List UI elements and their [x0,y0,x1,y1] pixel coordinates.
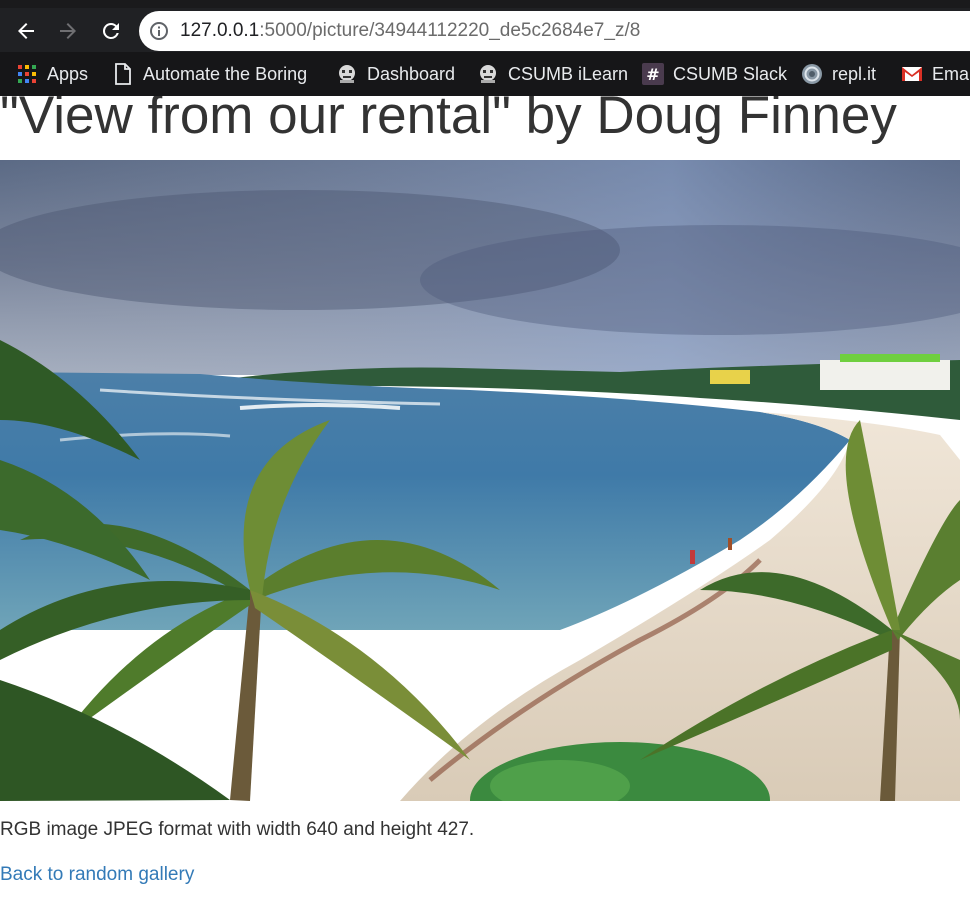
apps-grid-icon [16,63,38,85]
info-icon[interactable] [149,21,169,46]
gmail-icon [901,63,923,85]
url-host: 127.0.0.1 [180,20,260,41]
bookmark-label: CSUMB Slack [673,63,788,84]
repl-icon [801,63,823,85]
slack-hash-icon: # [642,63,664,85]
bookmark-label: Dashboard [367,63,456,84]
page-icon [112,63,134,85]
bookmark-label: Automate the Boring [143,63,308,84]
bookmark-csumb-slack[interactable]: # CSUMB Slack [642,62,787,86]
bookmark-replit[interactable]: repl.it [801,62,876,86]
bookmarks-bar: Apps Automate the Boring Dashboard CSUMB… [0,52,970,96]
favicon-icon [336,63,358,85]
bookmark-dashboard[interactable]: Dashboard [336,62,455,86]
back-to-gallery-link[interactable]: Back to random gallery [0,864,194,886]
address-url[interactable]: 127.0.0.1:5000/picture/34944112220_de5c2… [180,20,640,42]
page-title: "View from our rental" by Doug Finney [0,96,897,145]
forward-button[interactable] [51,14,85,48]
photo [0,160,960,801]
page-content: "View from our rental" by Doug Finney RG… [0,96,970,906]
arrow-right-icon [60,23,76,39]
image-info: RGB image JPEG format with width 640 and… [0,819,475,840]
favicon-icon [477,63,499,85]
url-path: :5000/picture/34944112220_de5c2684e7_z/8 [259,20,641,41]
bookmark-automate[interactable]: Automate the Boring [112,62,307,86]
tab-strip [0,0,970,8]
bookmark-apps[interactable]: Apps [16,62,88,86]
bookmark-label: CSUMB iLearn [508,63,629,84]
reload-icon [102,22,119,39]
back-button[interactable] [9,14,43,48]
svg-text:#: # [646,65,659,84]
bookmark-label: Ema [932,63,970,84]
reload-button[interactable] [94,14,128,48]
bookmark-label: repl.it [832,63,877,84]
bookmark-label: Apps [47,63,89,84]
bookmark-email[interactable]: Ema [901,62,969,86]
bookmark-csumb-ilearn[interactable]: CSUMB iLearn [477,62,628,86]
arrow-left-icon [18,23,34,39]
address-bar[interactable]: 127.0.0.1:5000/picture/34944112220_de5c2… [139,11,970,51]
